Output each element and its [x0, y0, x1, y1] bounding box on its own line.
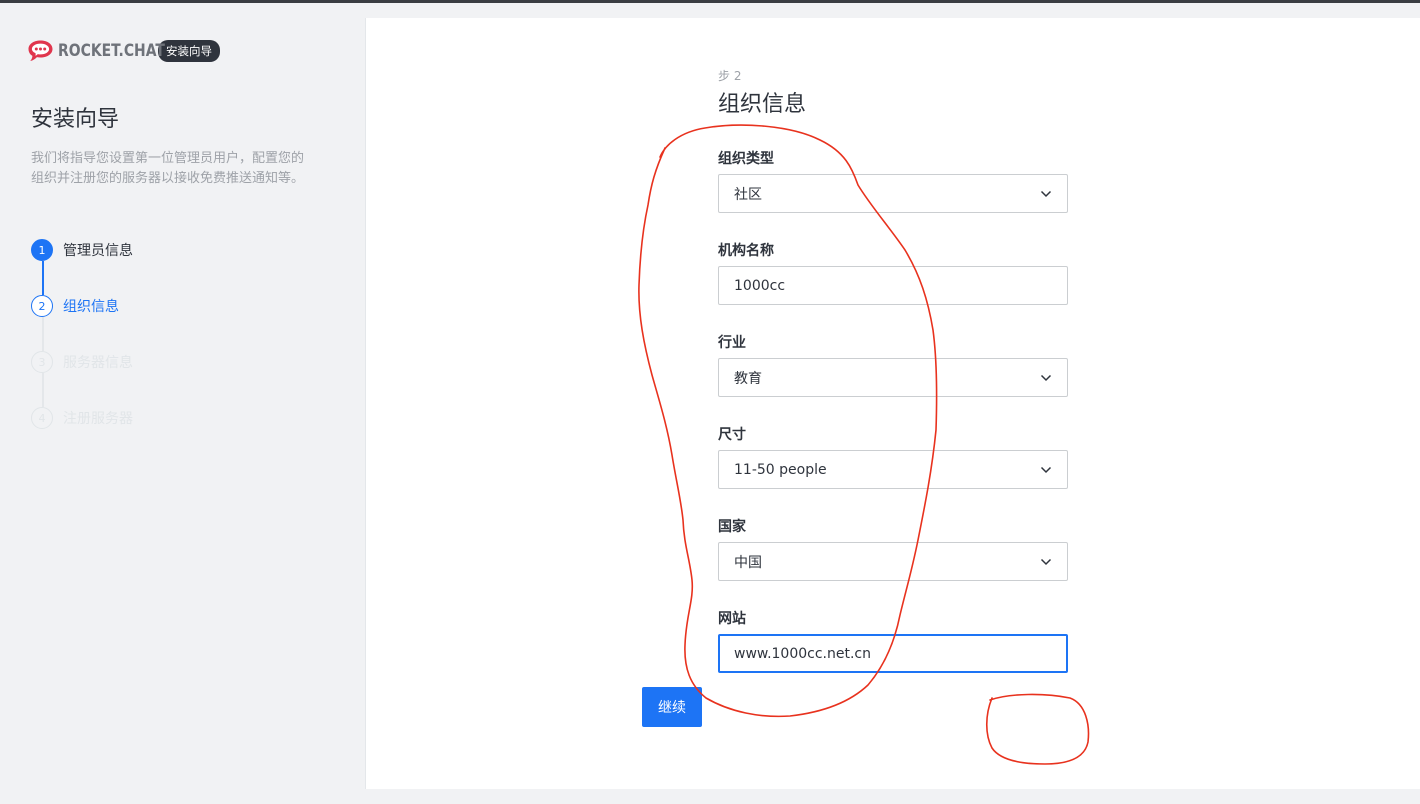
step-number: 3 — [31, 351, 53, 373]
step-organization-info: 2 组织信息 — [31, 295, 119, 317]
input-value: 1000cc — [734, 277, 786, 294]
setup-sidebar: ROCKET.CHAT 安装向导 安装向导 我们将指导您设置第一位管理员用户，配… — [0, 3, 365, 804]
chevron-down-icon — [1040, 466, 1052, 473]
step-register-server: 4 注册服务器 — [31, 407, 133, 429]
size-select[interactable]: 11-50 people — [718, 450, 1068, 489]
select-value: 教育 — [734, 370, 762, 387]
chevron-down-icon — [1040, 558, 1052, 565]
brand-name: ROCKET.CHAT — [58, 41, 165, 61]
step-indicator: 步 2 — [718, 69, 742, 83]
step-admin-info: 1 管理员信息 — [31, 239, 133, 261]
step-server-info: 3 服务器信息 — [31, 351, 133, 373]
step-number: 2 — [31, 295, 53, 317]
select-value: 11-50 people — [734, 461, 827, 478]
organization-name-input[interactable]: 1000cc — [718, 266, 1068, 305]
step-connector — [41, 373, 44, 407]
step-label: 服务器信息 — [63, 355, 133, 371]
continue-button[interactable]: 继续 — [642, 687, 702, 727]
brand-logo: ROCKET.CHAT 安装向导 — [27, 39, 220, 63]
organization-name-label: 机构名称 — [718, 243, 774, 259]
main-panel: 步 2 组织信息 组织类型 社区 机构名称 1000cc 行业 教育 尺寸 11… — [365, 18, 1420, 789]
industry-select[interactable]: 教育 — [718, 358, 1068, 397]
chevron-down-icon — [1040, 374, 1052, 381]
select-value: 中国 — [734, 554, 762, 571]
chevron-down-icon — [1040, 190, 1052, 197]
input-value: www.1000cc.net.cn — [734, 645, 871, 662]
organization-type-select[interactable]: 社区 — [718, 174, 1068, 213]
website-label: 网站 — [718, 611, 746, 627]
rocket-chat-logo-icon — [28, 40, 53, 61]
country-label: 国家 — [718, 519, 746, 535]
step-connector — [41, 317, 44, 351]
step-number: 4 — [31, 407, 53, 429]
website-input[interactable]: www.1000cc.net.cn — [718, 634, 1068, 673]
step-label: 组织信息 — [63, 299, 119, 315]
step-connector — [41, 261, 44, 295]
sidebar-title: 安装向导 — [31, 107, 120, 132]
setup-wizard-badge: 安装向导 — [158, 40, 220, 62]
step-label: 注册服务器 — [63, 411, 133, 427]
size-label: 尺寸 — [718, 427, 746, 443]
sidebar-description: 我们将指导您设置第一位管理员用户，配置您的组织并注册您的服务器以接收免费推送通知… — [31, 151, 305, 186]
industry-label: 行业 — [718, 335, 746, 351]
organization-type-label: 组织类型 — [718, 151, 774, 167]
country-select[interactable]: 中国 — [718, 542, 1068, 581]
step-label: 管理员信息 — [63, 243, 133, 259]
select-value: 社区 — [734, 186, 762, 203]
step-number: 1 — [31, 239, 53, 261]
form-title: 组织信息 — [718, 92, 807, 117]
